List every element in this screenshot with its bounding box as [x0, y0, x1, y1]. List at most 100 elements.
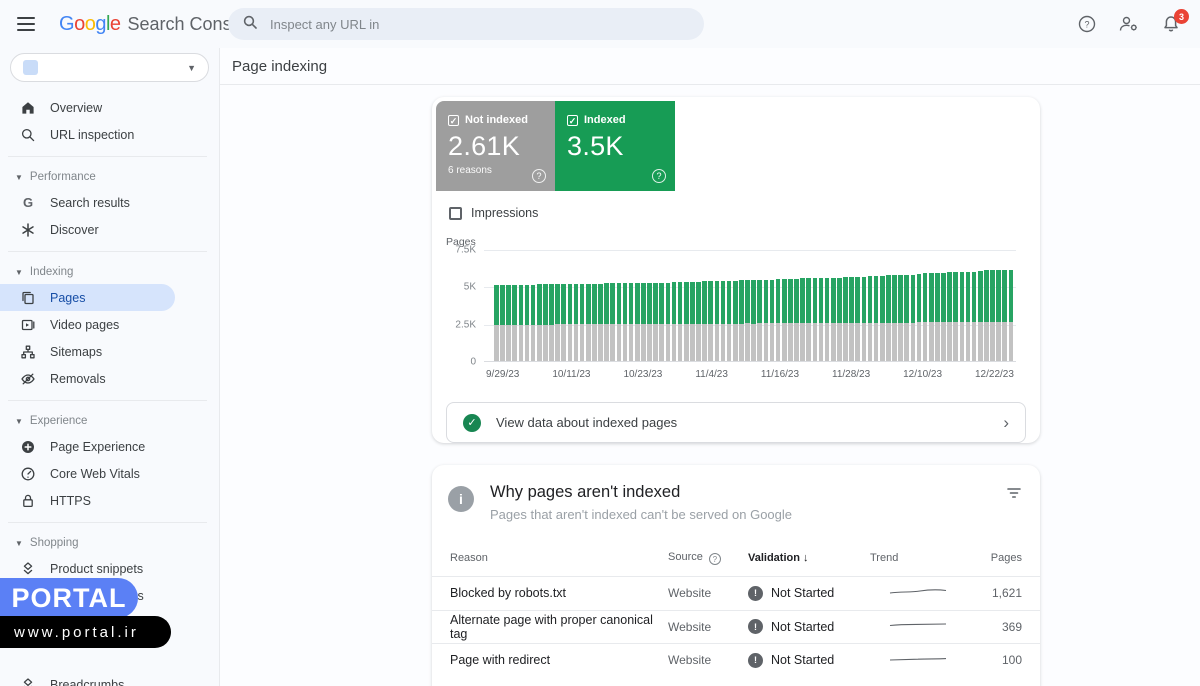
chart-bar	[898, 250, 903, 361]
indexed-label: Indexed	[584, 114, 626, 126]
checkbox-checked-icon[interactable]: ✓	[448, 115, 459, 126]
source-cell: Website	[668, 653, 748, 667]
notifications-bell-icon[interactable]: 3	[1158, 11, 1184, 37]
svg-text:?: ?	[1084, 20, 1089, 30]
chart-bar	[855, 250, 860, 361]
sidebar-item-discover[interactable]: Discover	[0, 216, 175, 243]
chart-bar	[715, 250, 720, 361]
table-header: Reason Source? Validation ↓ Trend Pages	[432, 540, 1040, 576]
chart-bar	[862, 250, 867, 361]
bars	[494, 250, 1013, 361]
sidebar-item-pages[interactable]: Pages	[0, 284, 175, 311]
sidebar-section-indexing[interactable]: ▼Indexing	[0, 260, 219, 284]
url-inspect-input[interactable]	[270, 17, 650, 32]
menu-icon[interactable]	[17, 17, 35, 31]
video-icon	[20, 317, 36, 333]
not-indexed-stat-card[interactable]: ✓ Not indexed 2.61K 6 reasons ?	[436, 101, 555, 191]
impressions-checkbox[interactable]: Impressions	[449, 206, 1040, 220]
not-started-icon: !	[748, 653, 763, 668]
chart-bar	[598, 250, 603, 361]
x-axis-label: 10/11/23	[552, 369, 590, 380]
filter-icon[interactable]	[1006, 483, 1022, 522]
sidebar-item-label: Product snippets	[50, 562, 143, 576]
column-pages[interactable]: Pages	[972, 552, 1022, 564]
url-inspect-searchbox[interactable]	[228, 8, 704, 40]
not-indexed-label: Not indexed	[465, 114, 528, 126]
reason-cell: Page with redirect	[450, 653, 668, 667]
reason-cell: Blocked by robots.txt	[450, 586, 668, 600]
sidebar-item-label: Pages	[50, 291, 85, 305]
sidebar: ▼ OverviewURL inspection ▼PerformanceGSea…	[0, 48, 220, 686]
chart-bar	[947, 250, 952, 361]
sidebar-item-core-web-vitals[interactable]: Core Web Vitals	[0, 460, 175, 487]
sidebar-item-search-results[interactable]: GSearch results	[0, 189, 175, 216]
sidebar-item-overview[interactable]: Overview	[0, 94, 175, 121]
divider	[8, 522, 207, 523]
help-icon[interactable]: ?	[532, 169, 546, 183]
chart-bar	[984, 250, 989, 361]
sidebar-item-removals[interactable]: Removals	[0, 365, 175, 392]
chart-bar	[978, 250, 983, 361]
view-indexed-data-button[interactable]: ✓ View data about indexed pages ›	[446, 402, 1026, 443]
chart-bar	[690, 250, 695, 361]
sidebar-item-sitemaps[interactable]: Sitemaps	[0, 338, 175, 365]
sidebar-item-url-inspection[interactable]: URL inspection	[0, 121, 175, 148]
indexing-chart: Pages 7.5K5K2.5K0 9/29/2310/11/2310/23/2…	[444, 236, 1016, 380]
divider	[8, 156, 207, 157]
chart-bar	[966, 250, 971, 361]
chart-bar	[806, 250, 811, 361]
chart-bar	[929, 250, 934, 361]
validation-label: Not Started	[771, 620, 834, 634]
notification-badge: 3	[1174, 9, 1189, 24]
sidebar-item-breadcrumbs[interactable]: Breadcrumbs	[0, 671, 175, 686]
column-source[interactable]: Source?	[668, 551, 748, 566]
help-icon[interactable]: ?	[1074, 11, 1100, 37]
sidebar-item-video-pages[interactable]: Video pages	[0, 311, 175, 338]
chart-bar	[684, 250, 689, 361]
chart-bar	[506, 250, 511, 361]
y-axis-tick: 0	[470, 357, 476, 368]
chart-bar	[678, 250, 683, 361]
reason-row[interactable]: Page with redirectWebsite! Not Started 100	[432, 643, 1040, 677]
main-content: Page indexing ✓ Not indexed 2.61K 6 reas…	[220, 48, 1200, 686]
checkbox-checked-icon[interactable]: ✓	[567, 115, 578, 126]
column-validation-sorted[interactable]: Validation ↓	[748, 552, 870, 564]
circle-plus-icon	[20, 439, 36, 455]
sort-down-icon: ↓	[803, 552, 809, 564]
help-icon[interactable]: ?	[709, 553, 721, 565]
sidebar-section-experience[interactable]: ▼Experience	[0, 409, 219, 433]
chart-bar	[917, 250, 922, 361]
chart-bar	[849, 250, 854, 361]
chart-bar	[610, 250, 615, 361]
chart-bar	[561, 250, 566, 361]
validation-label: Not Started	[771, 586, 834, 600]
summary-stats: ✓ Not indexed 2.61K 6 reasons ? ✓ Indexe…	[432, 97, 1040, 191]
divider	[8, 400, 207, 401]
x-axis-label: 11/16/23	[761, 369, 799, 380]
chart-bar	[617, 250, 622, 361]
property-selector[interactable]: ▼	[10, 53, 209, 82]
pages-count-cell: 100	[972, 653, 1022, 667]
validation-label: Not Started	[771, 653, 834, 667]
page-indexing-chart-card: ✓ Not indexed 2.61K 6 reasons ? ✓ Indexe…	[432, 97, 1040, 443]
reason-row[interactable]: Alternate page with proper canonical tag…	[432, 610, 1040, 644]
gauge-icon	[20, 466, 36, 482]
eye-off-icon	[20, 371, 36, 387]
checkbox-unchecked-icon[interactable]	[449, 207, 462, 220]
column-reason[interactable]: Reason	[450, 552, 668, 564]
sidebar-item-https[interactable]: HTTPS	[0, 487, 175, 514]
sidebar-section-performance[interactable]: ▼Performance	[0, 165, 219, 189]
watermark-portal-url: www.portal.ir	[0, 616, 171, 648]
column-trend[interactable]: Trend	[870, 552, 972, 564]
sidebar-item-page-experience[interactable]: Page Experience	[0, 433, 175, 460]
rich-result-icon	[20, 677, 36, 686]
help-icon[interactable]: ?	[652, 169, 666, 183]
trend-sparkline	[870, 584, 972, 603]
reason-row[interactable]: Blocked by robots.txtWebsite!Not Started…	[432, 576, 1040, 610]
indexed-stat-card[interactable]: ✓ Indexed 3.5K ?	[555, 101, 675, 191]
app-logo[interactable]: Google Search Console	[59, 13, 256, 36]
view-indexed-data-label: View data about indexed pages	[496, 415, 677, 430]
property-thumbnail	[23, 60, 38, 75]
sidebar-section-shopping[interactable]: ▼Shopping	[0, 531, 219, 555]
user-settings-icon[interactable]	[1116, 11, 1142, 37]
